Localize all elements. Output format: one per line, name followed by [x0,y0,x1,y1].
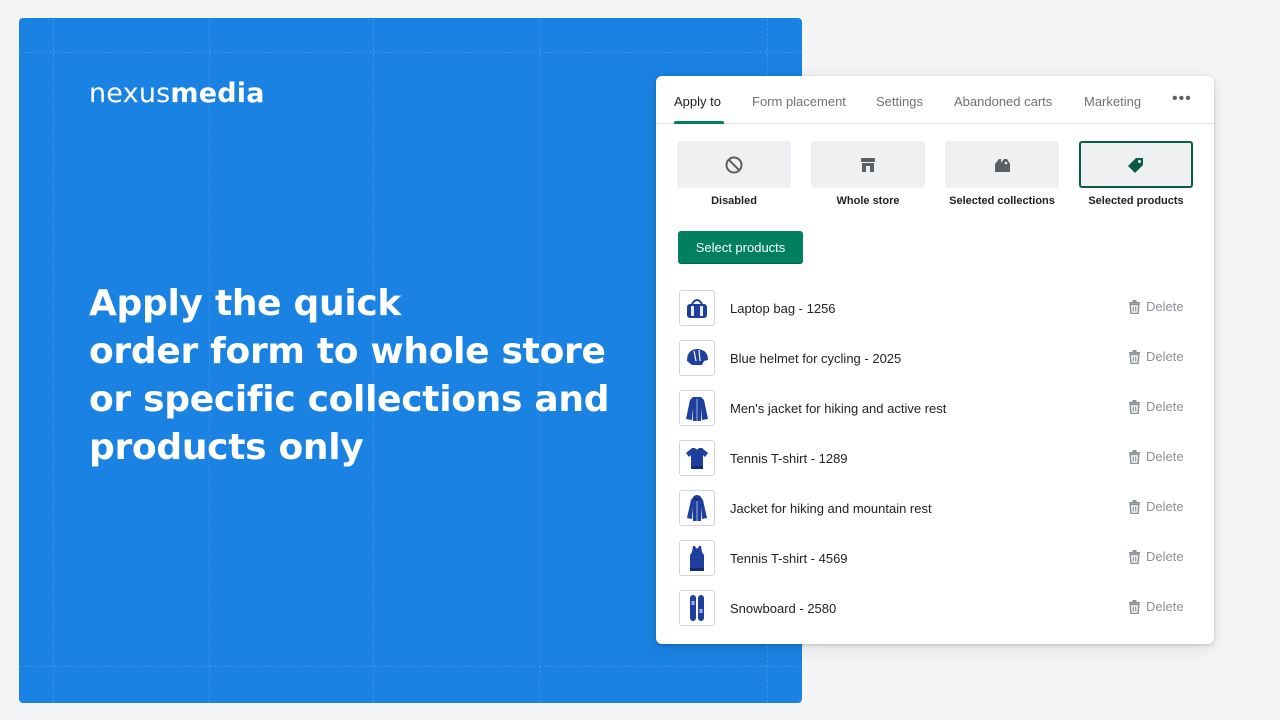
delete-label: Delete [1146,599,1184,614]
option-box [1079,141,1193,188]
trash-icon [1129,499,1140,514]
disabled-icon [725,156,743,173]
apply-options: Disabled Whole store Selected collection… [677,141,1197,211]
product-name: Jacket for hiking and mountain rest [730,501,932,516]
delete-button[interactable]: Delete [1128,299,1184,314]
delete-button[interactable]: Delete [1128,349,1184,364]
list-item: Men's jacket for hiking and active rest … [678,388,1198,438]
tshirt-icon [686,448,708,469]
product-thumbnail [679,490,715,526]
product-thumbnail [679,290,715,326]
product-thumbnail [679,390,715,426]
active-tab-indicator [674,121,724,124]
trash-icon [1129,599,1140,614]
list-item: Tennis T-shirt - 1289 Delete [678,438,1198,488]
tank-top-icon [690,546,704,571]
delete-button[interactable]: Delete [1128,449,1184,464]
tag-icon [1128,157,1143,173]
trash-icon [1129,299,1140,314]
option-whole-store[interactable]: Whole store [811,141,925,207]
product-list: Laptop bag - 1256 Delete Blue helmet for… [678,288,1198,638]
delete-label: Delete [1146,549,1184,564]
settings-panel: Apply to Form placement Settings Abandon… [656,76,1214,644]
hoodie-icon [687,495,707,521]
brand-logo: nexusmedia [89,78,265,109]
list-item: Jacket for hiking and mountain rest Dele… [678,488,1198,538]
trash-icon [1129,449,1140,464]
headline-line: products only [89,427,364,468]
option-disabled[interactable]: Disabled [677,141,791,207]
headline-line: Apply the quick [89,283,402,324]
option-label: Selected collections [949,195,1055,207]
jacket-icon [686,397,708,421]
product-name: Laptop bag - 1256 [730,301,836,316]
trash-icon [1129,549,1140,564]
trash-icon [1129,349,1140,364]
tab-abandoned-carts[interactable]: Abandoned carts [954,94,1052,109]
tab-marketing[interactable]: Marketing [1084,94,1141,109]
delete-label: Delete [1146,399,1184,414]
store-icon [861,157,875,172]
brand-logo-light: nexus [89,78,171,109]
product-name: Snowboard - 2580 [730,601,837,616]
option-box [677,141,791,188]
product-thumbnail [679,340,715,376]
bag-icon [687,299,707,318]
select-products-button[interactable]: Select products [678,231,803,264]
list-item: Tennis T-shirt - 4569 Delete [678,538,1198,588]
product-thumbnail [679,540,715,576]
list-item: Snowboard - 2580 Delete [678,588,1198,638]
delete-label: Delete [1146,449,1184,464]
headline-line: or specific collections and [89,379,610,420]
list-item: Laptop bag - 1256 Delete [678,288,1198,338]
product-thumbnail [679,440,715,476]
list-item: Blue helmet for cycling - 2025 Delete [678,338,1198,388]
delete-label: Delete [1146,349,1184,364]
delete-button[interactable]: Delete [1128,499,1184,514]
delete-label: Delete [1146,299,1184,314]
delete-button[interactable]: Delete [1128,399,1184,414]
tab-settings[interactable]: Settings [876,94,923,109]
option-label: Whole store [836,195,900,207]
option-selected-collections[interactable]: Selected collections [945,141,1059,207]
product-thumbnail [679,590,715,626]
product-name: Men's jacket for hiking and active rest [730,401,947,416]
delete-label: Delete [1146,499,1184,514]
tab-form-placement[interactable]: Form placement [752,94,846,109]
option-selected-products[interactable]: Selected products [1079,141,1193,207]
delete-button[interactable]: Delete [1128,549,1184,564]
headline-line: order form to whole store [89,331,606,372]
grid-line [53,18,54,703]
option-box [945,141,1059,188]
option-label: Disabled [711,195,757,207]
more-horizontal-icon[interactable]: ••• [1172,90,1192,108]
trash-icon [1129,399,1140,414]
brand-logo-bold: media [170,78,265,109]
product-name: Tennis T-shirt - 1289 [730,451,848,466]
product-name: Tennis T-shirt - 4569 [730,551,848,566]
snowboard-icon [690,595,704,621]
grid-line [19,666,802,667]
tab-apply-to[interactable]: Apply to [674,94,721,109]
option-box [811,141,925,188]
delete-button[interactable]: Delete [1128,599,1184,614]
grid-line [19,52,802,53]
hero-headline: Apply the quick order form to whole stor… [89,280,609,472]
product-name: Blue helmet for cycling - 2025 [730,351,902,366]
collections-icon [995,158,1010,172]
tab-bar: Apply to Form placement Settings Abandon… [656,76,1214,124]
option-label: Selected products [1088,195,1184,207]
helmet-icon [687,349,708,365]
